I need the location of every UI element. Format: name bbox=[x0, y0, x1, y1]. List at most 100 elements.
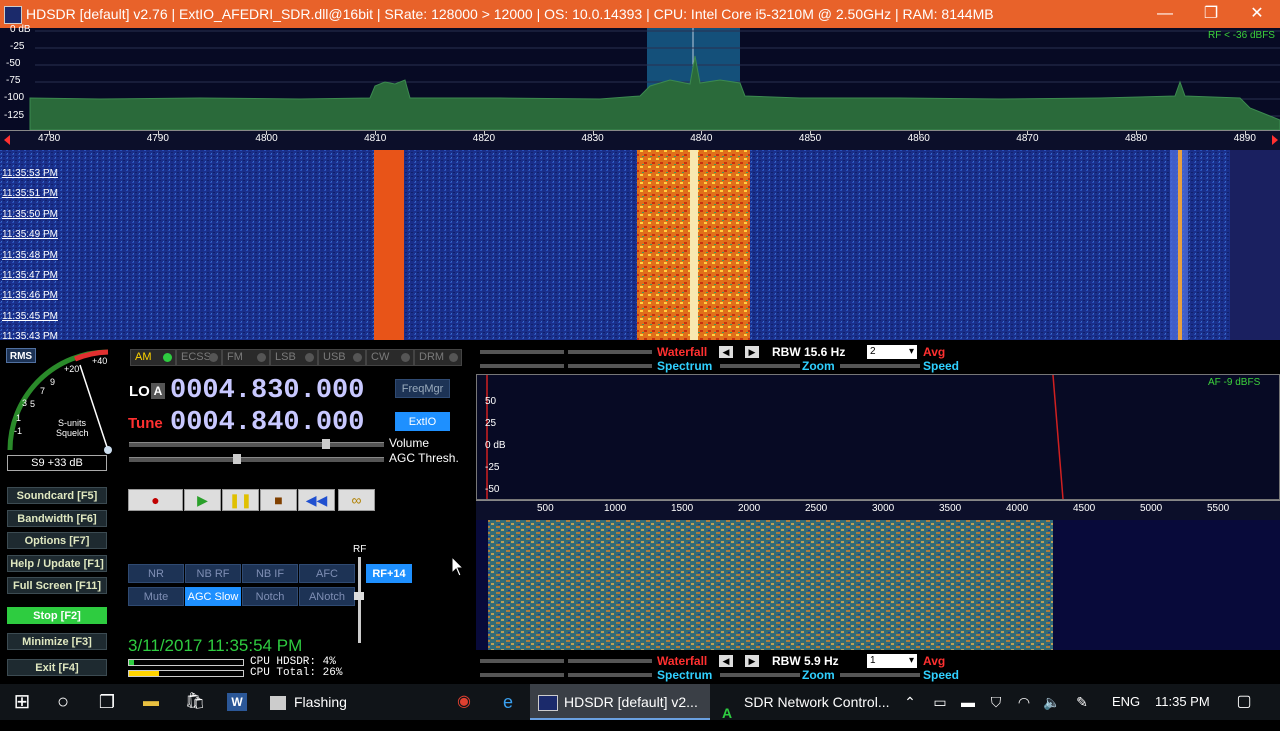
audio-spectrum-contrast-slider[interactable] bbox=[480, 673, 564, 677]
agc-thresh-slider[interactable] bbox=[129, 454, 384, 464]
audio-waterfall-brightness-slider[interactable] bbox=[568, 659, 652, 663]
audio-spectrum[interactable]: AF -9 dBFS 50 25 0 dB -25 -50 bbox=[476, 374, 1280, 500]
slider-knob[interactable] bbox=[232, 454, 241, 464]
loop-button[interactable]: ∞ bbox=[338, 489, 375, 511]
frequency-label: 4780 bbox=[38, 133, 61, 144]
audio-waterfall-label[interactable]: Waterfall bbox=[657, 654, 707, 668]
windows-start-icon[interactable]: ⊞ bbox=[0, 684, 44, 720]
audio-rbw-down-icon[interactable]: ◀ bbox=[719, 655, 733, 667]
notifications-icon[interactable]: ▢ bbox=[1232, 684, 1256, 720]
nb-rf-button[interactable]: NB RF bbox=[185, 564, 241, 583]
cortana-icon[interactable]: ○ bbox=[48, 684, 78, 720]
full-screen-button[interactable]: Full Screen [F11] bbox=[7, 577, 107, 594]
mode-cw[interactable]: CW bbox=[366, 349, 414, 366]
close-button[interactable]: ✕ bbox=[1234, 0, 1280, 28]
store-icon[interactable]: 🛍 bbox=[182, 684, 208, 720]
audio-waterfall-contrast-slider[interactable] bbox=[480, 659, 564, 663]
waterfall-label[interactable]: Waterfall bbox=[657, 345, 707, 359]
exit-button[interactable]: Exit [F4] bbox=[7, 659, 107, 676]
db-label: 0 dB bbox=[485, 440, 506, 451]
audio-rbw-up-icon[interactable]: ▶ bbox=[745, 655, 759, 667]
audio-frequency-scale[interactable]: 500 1000 1500 2000 2500 3000 3500 4000 4500 5000 5… bbox=[476, 500, 1280, 521]
play-button[interactable]: ▶ bbox=[184, 489, 221, 511]
notch-button[interactable]: Notch bbox=[242, 587, 298, 606]
chevron-up-icon[interactable]: ⌃ bbox=[900, 684, 920, 720]
shield-icon[interactable]: ⛉ bbox=[986, 684, 1006, 720]
freqmgr-button[interactable]: FreqMgr bbox=[395, 379, 450, 398]
mode-ecss[interactable]: ECSS bbox=[176, 349, 222, 366]
audio-zoom-slider[interactable] bbox=[720, 673, 800, 677]
maximize-button[interactable]: ❐ bbox=[1188, 0, 1234, 28]
audio-spectrum-brightness-slider[interactable] bbox=[568, 673, 652, 677]
mode-am[interactable]: AM bbox=[130, 349, 176, 366]
slider-knob[interactable] bbox=[354, 592, 364, 600]
audio-waterfall[interactable] bbox=[476, 520, 1280, 650]
file-explorer-icon[interactable]: ▬ bbox=[138, 684, 164, 720]
edge-icon[interactable]: e bbox=[496, 684, 520, 720]
minimize-button[interactable]: — bbox=[1142, 0, 1188, 28]
spectrum-brightness-slider[interactable] bbox=[568, 364, 652, 368]
volume-slider[interactable] bbox=[129, 439, 384, 449]
rf-frequency-scale[interactable]: 4780 4790 4800 4810 4820 4830 4840 4850 4860 4870… bbox=[0, 130, 1280, 151]
rbw-up-icon[interactable]: ▶ bbox=[745, 346, 759, 358]
agc-slow-button[interactable]: AGC Slow bbox=[185, 587, 241, 606]
waterfall-contrast-slider[interactable] bbox=[480, 350, 564, 354]
bandwidth-button[interactable]: Bandwidth [F6] bbox=[7, 510, 107, 527]
spectrum-contrast-slider[interactable] bbox=[480, 364, 564, 368]
scroll-left-icon[interactable] bbox=[4, 135, 10, 145]
rf-gain-button[interactable]: RF+14 bbox=[366, 564, 412, 583]
audio-avg-select[interactable]: 1 ▾ bbox=[867, 654, 917, 668]
lo-label: LO bbox=[129, 383, 150, 400]
rf-spectrum[interactable]: 0 dB -25 -50 -75 -100 -125 RF < -36 dBFS bbox=[0, 24, 1280, 130]
audio-spectrum-label[interactable]: Spectrum bbox=[657, 668, 712, 682]
mode-fm[interactable]: FM bbox=[222, 349, 270, 366]
anotch-button[interactable]: ANotch bbox=[299, 587, 355, 606]
speed-slider[interactable] bbox=[840, 364, 920, 368]
zoom-slider[interactable] bbox=[720, 364, 800, 368]
rewind-button[interactable]: ◀◀ bbox=[298, 489, 335, 511]
tune-frequency[interactable]: 0004.840.000 bbox=[170, 408, 364, 438]
rf-waterfall[interactable]: 11:35:53 PM 11:35:51 PM 11:35:50 PM 11:35:4… bbox=[0, 150, 1280, 342]
audio-speed-slider[interactable] bbox=[840, 673, 920, 677]
taskbar-flashing[interactable]: Flashing bbox=[262, 684, 392, 720]
chrome-icon[interactable]: ◉ bbox=[452, 684, 476, 720]
mode-usb[interactable]: USB bbox=[318, 349, 366, 366]
spectrum-label[interactable]: Spectrum bbox=[657, 359, 712, 373]
mode-lsb[interactable]: LSB bbox=[270, 349, 318, 366]
nr-button[interactable]: NR bbox=[128, 564, 184, 583]
soundcard-button[interactable]: Soundcard [F5] bbox=[7, 487, 107, 504]
options-button[interactable]: Options [F7] bbox=[7, 532, 107, 549]
volume-icon[interactable]: 🔈 bbox=[1042, 684, 1062, 720]
record-button[interactable]: ● bbox=[128, 489, 183, 511]
rf-gain-slider[interactable] bbox=[358, 557, 361, 643]
rbw-down-icon[interactable]: ◀ bbox=[719, 346, 733, 358]
avg-select[interactable]: 2 ▾ bbox=[867, 345, 917, 359]
audio-frequency-label: 500 bbox=[537, 503, 554, 514]
lo-a-button[interactable]: A bbox=[151, 383, 165, 399]
waterfall-brightness-slider[interactable] bbox=[568, 350, 652, 354]
scroll-right-icon[interactable] bbox=[1272, 135, 1278, 145]
pause-button[interactable]: ❚❚ bbox=[222, 489, 259, 511]
pen-icon[interactable]: ✎ bbox=[1072, 684, 1092, 720]
taskbar-hdsdr[interactable]: HDSDR [default] v2... bbox=[530, 684, 710, 720]
tray-app-icon[interactable]: ▭ bbox=[930, 684, 950, 720]
word-icon[interactable]: W bbox=[226, 684, 248, 720]
mode-drm[interactable]: DRM bbox=[414, 349, 462, 366]
stop-playback-button[interactable]: ■ bbox=[260, 489, 297, 511]
language-indicator[interactable]: ENG bbox=[1112, 684, 1140, 720]
mute-button[interactable]: Mute bbox=[128, 587, 184, 606]
stop-button[interactable]: Stop [F2] bbox=[7, 607, 107, 624]
taskbar-sdr-network[interactable]: A SDR Network Control... bbox=[714, 684, 894, 721]
clock[interactable]: 11:35 PM bbox=[1155, 684, 1210, 720]
task-view-icon[interactable]: ❐ bbox=[92, 684, 122, 720]
nb-if-button[interactable]: NB IF bbox=[242, 564, 298, 583]
help-update-button[interactable]: Help / Update [F1] bbox=[7, 555, 107, 572]
afc-button[interactable]: AFC bbox=[299, 564, 355, 583]
wifi-icon[interactable]: ◠ bbox=[1014, 684, 1034, 720]
agc-thresh-label: AGC Thresh. bbox=[389, 451, 459, 465]
extio-button[interactable]: ExtIO bbox=[395, 412, 450, 431]
lo-frequency[interactable]: 0004.830.000 bbox=[170, 376, 364, 406]
tray-app-icon[interactable]: ▬ bbox=[958, 684, 978, 720]
slider-knob[interactable] bbox=[321, 439, 330, 449]
minimize-app-button[interactable]: Minimize [F3] bbox=[7, 633, 107, 650]
